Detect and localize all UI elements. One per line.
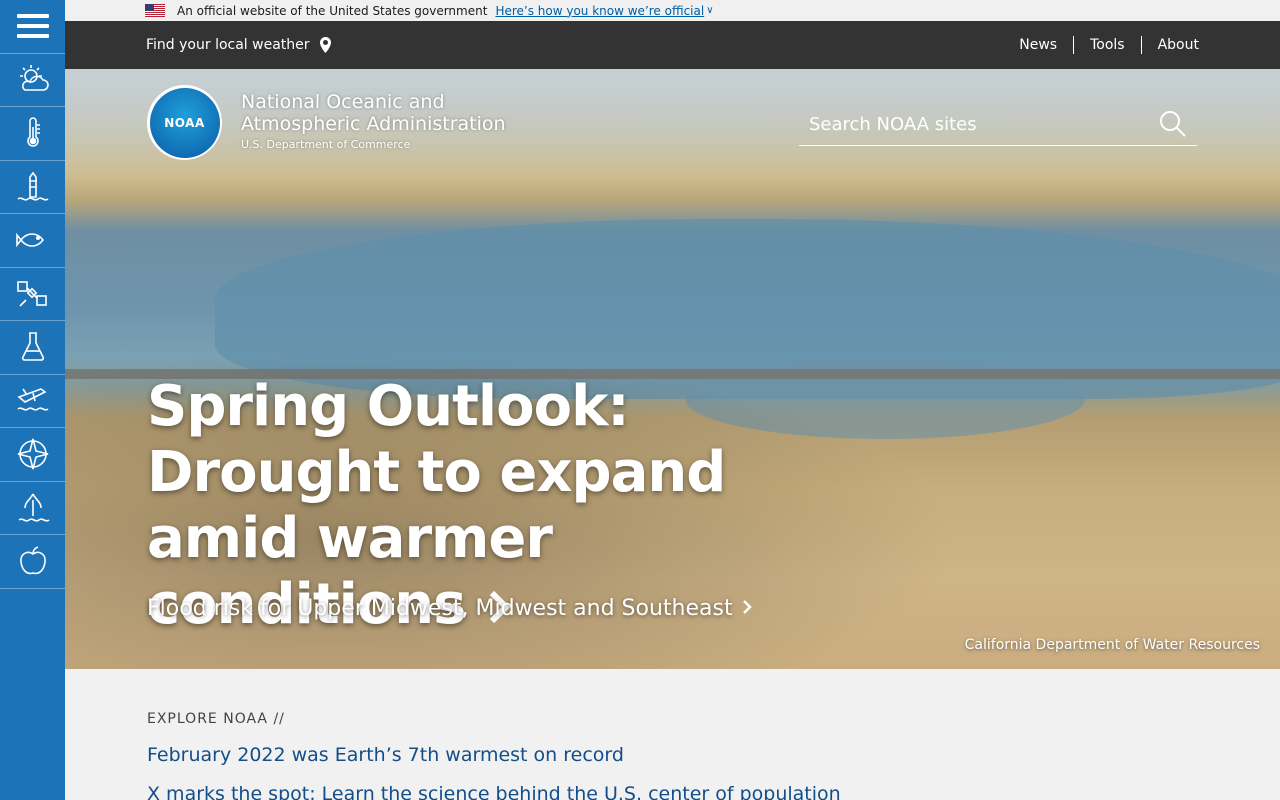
sidebar-item-ocean-coasts[interactable]: [0, 161, 65, 214]
sanctuaries-icon: [18, 493, 49, 522]
noaa-logo[interactable]: NOAA: [147, 85, 222, 160]
search-input[interactable]: [799, 113, 1159, 135]
explore-link[interactable]: February 2022 was Earth’s 7th warmest on…: [147, 744, 841, 766]
hero-subhead-link[interactable]: Flood risk for Upper Midwest, Midwest an…: [147, 596, 752, 621]
gov-banner-text: An official website of the United States…: [177, 3, 488, 18]
local-weather-label: Find your local weather: [146, 37, 310, 53]
menu-icon: [16, 14, 49, 39]
noaa-logo-emblem: NOAA: [149, 87, 220, 158]
education-icon: [19, 546, 46, 575]
climate-icon: [26, 117, 40, 148]
menu-button[interactable]: [0, 0, 65, 54]
search-icon[interactable]: [1159, 110, 1187, 138]
sidebar-item-research[interactable]: [0, 321, 65, 375]
sidebar-item-fisheries[interactable]: [0, 214, 65, 268]
sidebar: [0, 0, 65, 800]
org-name-line1: National Oceanic and: [241, 91, 445, 113]
org-title[interactable]: National Oceanic and Atmospheric Adminis…: [241, 91, 506, 151]
top-nav-links: News Tools About: [1003, 36, 1199, 54]
search-bar: [799, 103, 1197, 146]
top-nav: Find your local weather News Tools About: [65, 21, 1280, 69]
map-pin-icon: [319, 37, 331, 53]
department-label: U.S. Department of Commerce: [241, 138, 411, 151]
sidebar-item-satellites[interactable]: [0, 268, 65, 321]
explore-link[interactable]: X marks the spot: Learn the science behi…: [147, 783, 841, 800]
gov-banner: An official website of the United States…: [65, 0, 1280, 21]
us-flag-icon: [145, 4, 165, 17]
chevron-down-icon: ∨: [706, 5, 714, 16]
sidebar-item-marine-aviation[interactable]: [0, 375, 65, 428]
chevron-right-icon: [742, 600, 752, 614]
local-weather-link[interactable]: Find your local weather: [146, 37, 331, 53]
research-icon: [21, 332, 44, 362]
fisheries-icon: [15, 232, 44, 248]
hero: NOAA National Oceanic and Atmospheric Ad…: [65, 69, 1280, 669]
photo-credit: California Department of Water Resources: [964, 637, 1260, 653]
satellites-icon: [16, 280, 47, 307]
sidebar-item-sanctuaries[interactable]: [0, 482, 65, 535]
ocean-coasts-icon: [17, 171, 48, 201]
nav-tools[interactable]: Tools: [1073, 36, 1141, 54]
charting-icon: [17, 439, 48, 470]
weather-icon: [19, 64, 49, 91]
org-name-line2: Atmospheric Administration: [241, 113, 506, 135]
sidebar-item-education[interactable]: [0, 535, 65, 589]
explore-label: EXPLORE NOAA //: [147, 711, 285, 727]
explore-section: EXPLORE NOAA // February 2022 was Earth’…: [147, 711, 841, 800]
how-you-know-link[interactable]: Here’s how you know we’re official: [495, 4, 704, 18]
sidebar-item-charting[interactable]: [0, 428, 65, 482]
marine-aviation-icon: [16, 387, 48, 411]
nav-about[interactable]: About: [1140, 36, 1199, 54]
nav-news[interactable]: News: [1003, 36, 1073, 54]
hero-subhead: Flood risk for Upper Midwest, Midwest an…: [147, 596, 733, 621]
sidebar-item-climate[interactable]: [0, 107, 65, 161]
sidebar-item-weather[interactable]: [0, 54, 65, 107]
